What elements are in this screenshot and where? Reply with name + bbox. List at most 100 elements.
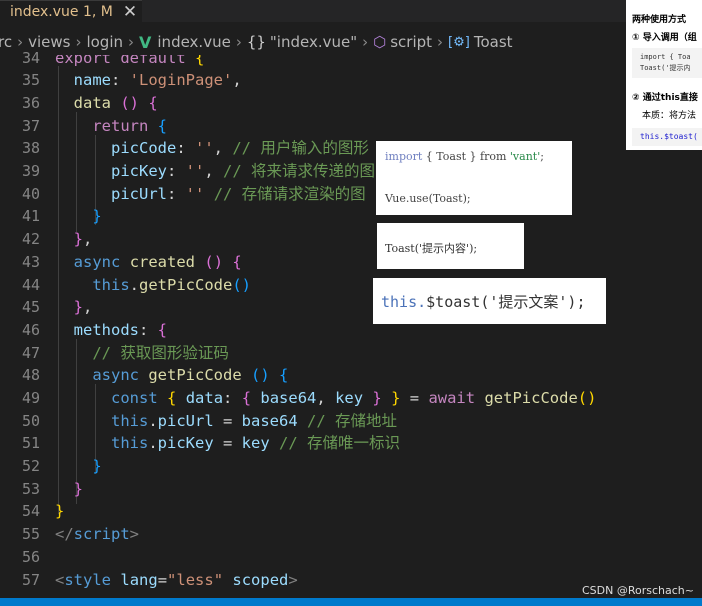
cube-icon: ⬡ (373, 33, 387, 51)
variable: base64 (241, 412, 298, 430)
comment: // 存储请求渲染的图 (213, 185, 366, 203)
tag-name: style (64, 571, 112, 589)
bracket: { (157, 117, 168, 135)
breadcrumb-item[interactable]: login (86, 33, 123, 51)
property: picKey (111, 162, 167, 180)
line-number: 51 (21, 434, 40, 452)
line-number: 55 (21, 525, 40, 543)
chevron-right-icon: › (75, 33, 82, 51)
bracket: } (92, 207, 102, 225)
code-line[interactable]: } (55, 205, 102, 227)
reference-code-line: Toast('提示内 (640, 64, 691, 72)
chevron-right-icon: › (437, 33, 444, 51)
bracket: () (577, 389, 597, 407)
code-line[interactable]: const { data: { base64, key } } = await … (55, 387, 596, 409)
snippet-keyword: import (385, 150, 423, 163)
variable-icon: [⚙] (448, 34, 470, 50)
code-line[interactable]: picCode: '', // 用户输入的图形 (55, 137, 369, 159)
variable: base64 (260, 389, 317, 407)
code-line[interactable]: this.getPicCode() (55, 274, 251, 296)
close-icon[interactable]: ✕ (123, 3, 137, 21)
property: methods (73, 321, 139, 339)
keyword: async (92, 366, 139, 384)
breadcrumb-item[interactable]: index.vue (157, 33, 230, 51)
code-line[interactable]: picKey: '', // 将来请求传递的图 (55, 160, 375, 182)
code-line[interactable]: } (55, 478, 83, 500)
bracket: } (372, 389, 382, 407)
keyword: this (111, 434, 149, 452)
code-line[interactable]: async getPicCode () { (55, 364, 288, 386)
line-number: 38 (21, 139, 40, 157)
reference-step: ② 通过this直接 (632, 93, 698, 103)
variable: key (335, 389, 364, 407)
snippet-this-toast-line: this.$toast('提示文案'); (381, 291, 586, 312)
bracket: } (73, 230, 84, 248)
breadcrumb-item[interactable]: "index.vue" (270, 33, 357, 51)
bracket: () (232, 276, 251, 294)
code-line[interactable]: this.picUrl = base64 // 存储地址 (55, 410, 397, 432)
bracket: } (55, 502, 65, 520)
bracket: { (148, 94, 158, 112)
snippet-toast-line: Toast('提示内容'); (385, 242, 478, 255)
code-line[interactable]: } (55, 455, 102, 477)
code-line[interactable]: // 获取图形验证码 (55, 342, 229, 364)
snippet-text: $toast('提示文案'); (426, 293, 586, 311)
code-line[interactable]: }, (55, 296, 93, 318)
code-line[interactable]: <style lang="less" scoped> (55, 569, 298, 591)
function-name: getPicCode (148, 366, 242, 384)
function-name: getPicCode (484, 389, 578, 407)
line-number: 43 (21, 253, 40, 271)
snippet-this: this. (381, 293, 427, 311)
bracket: { (157, 321, 168, 339)
reference-code-line: import { Toa (640, 53, 691, 61)
line-number: 42 (21, 230, 40, 248)
code-line[interactable]: methods: { (55, 319, 167, 341)
reference-title: 两种使用方式 (632, 15, 687, 25)
attribute-name: scoped (232, 571, 289, 589)
string: '' (195, 139, 214, 157)
property: picUrl (111, 185, 167, 203)
line-number: 41 (21, 207, 40, 225)
attribute-value: "less" (167, 571, 224, 589)
snippet-card-this-toast: this.$toast('提示文案'); (373, 278, 606, 324)
line-number: 37 (21, 117, 40, 135)
line-number: 40 (21, 185, 40, 203)
breadcrumb-item[interactable]: Toast (474, 33, 513, 51)
breadcrumb-item[interactable]: script (390, 33, 432, 51)
keyword: const (111, 389, 158, 407)
code-line[interactable]: picUrl: '' // 存储请求渲染的图 (55, 183, 366, 205)
editor-tab[interactable]: index.vue 1, M ✕ (0, 0, 142, 23)
bracket: { (279, 366, 289, 384)
keyword: this (92, 276, 130, 294)
chevron-right-icon: › (235, 33, 242, 51)
breadcrumb: rc › views › login › V index.vue › {} "i… (0, 30, 702, 54)
attribute-name: lang (120, 571, 158, 589)
reference-code-block: this.$toast( (632, 128, 702, 146)
code-line[interactable]: data () { (55, 92, 158, 114)
watermark: CSDN @Rorschach~ (582, 584, 694, 597)
vue-icon: V (139, 32, 152, 52)
code-line[interactable]: this.picKey = key // 存储唯一标识 (55, 432, 400, 454)
code-line[interactable]: }, (55, 228, 93, 250)
line-number: 56 (21, 548, 40, 566)
code-line[interactable]: name: 'LoginPage', (55, 69, 242, 91)
snippet-card-import: import { Toast } from 'vant'; Vue.use(To… (376, 141, 572, 215)
chevron-right-icon: › (362, 33, 369, 51)
snippet-card-toast: Toast('提示内容'); (377, 223, 524, 269)
tag-bracket: > (288, 571, 298, 589)
code-line[interactable]: async created () { (55, 251, 242, 273)
keyword: this (111, 412, 149, 430)
code-line[interactable]: return { (55, 115, 167, 137)
snippet-string: 'vant' (509, 150, 541, 163)
status-bar (0, 598, 702, 606)
reference-code-block: import { Toa Toast('提示内 (632, 48, 702, 78)
line-number: 54 (21, 502, 40, 520)
line-number: 45 (21, 298, 40, 316)
snippet-text: { Toast } from (425, 150, 507, 163)
bracket: { (232, 253, 242, 271)
code-line[interactable]: } (55, 500, 64, 522)
bracket: } (92, 457, 102, 475)
bracket: { (167, 389, 177, 407)
function-name: created (129, 253, 196, 271)
code-line[interactable]: </script> (55, 523, 139, 545)
